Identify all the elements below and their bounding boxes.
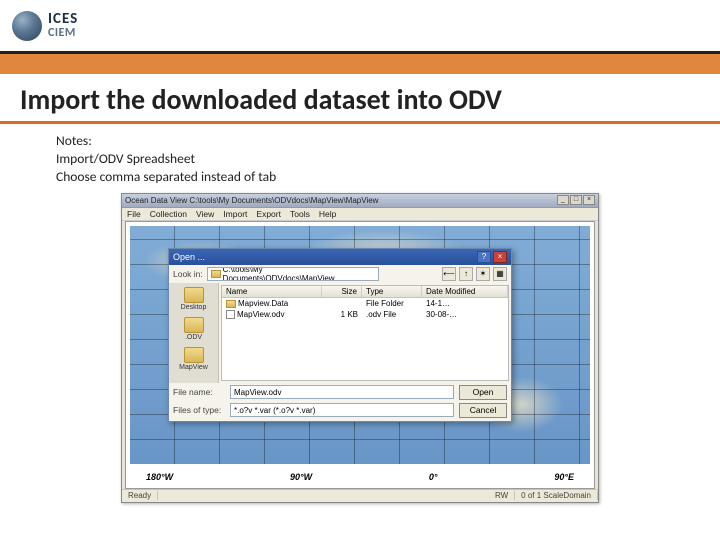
ices-logo-text: ICES CIEM bbox=[48, 12, 78, 39]
lookin-dropdown[interactable]: C:\tools\My Documents\ODVdocs\MapView bbox=[207, 267, 379, 281]
status-left: Ready bbox=[122, 491, 158, 500]
axis-tick: 180°W bbox=[146, 472, 173, 482]
notes-line: Notes: bbox=[56, 132, 720, 150]
axis-tick: 90°E bbox=[554, 472, 574, 482]
toolbar-icons: ⟵ ↑ ✶ ▦ bbox=[442, 267, 507, 281]
menubar[interactable]: File Collection View Import Export Tools… bbox=[122, 208, 598, 221]
logo-bottom: CIEM bbox=[48, 27, 78, 39]
ices-globe-icon bbox=[12, 11, 42, 41]
lookin-label: Look in: bbox=[173, 269, 203, 279]
col-size[interactable]: Size bbox=[322, 286, 362, 297]
dialog-footer: File name: MapView.odv Open Files of typ… bbox=[169, 383, 511, 421]
status-mid: RW bbox=[489, 491, 515, 500]
close-button[interactable]: × bbox=[583, 195, 595, 205]
back-icon[interactable]: ⟵ bbox=[442, 267, 456, 281]
folder-icon bbox=[226, 300, 236, 308]
status-right: 0 of 1 ScaleDomain bbox=[515, 491, 598, 500]
place-item[interactable]: Desktop bbox=[171, 287, 216, 311]
place-item[interactable]: MapView bbox=[171, 347, 216, 371]
places-bar: Desktop .ODV MapView bbox=[169, 283, 219, 383]
maximize-button[interactable]: □ bbox=[570, 195, 582, 205]
x-axis-labels: 180°W 90°W 0° 90°E bbox=[146, 472, 574, 482]
filename-label: File name: bbox=[173, 387, 225, 397]
folder-icon bbox=[184, 347, 204, 363]
dialog-title-text: Open ... bbox=[173, 252, 477, 262]
slide-header: ICES CIEM bbox=[0, 0, 720, 54]
dialog-close-button[interactable]: × bbox=[493, 251, 507, 263]
folder-icon bbox=[211, 270, 221, 278]
list-item[interactable]: Mapview.Data File Folder 14-1… bbox=[222, 298, 508, 309]
folder-icon bbox=[184, 287, 204, 303]
menu-item[interactable]: Collection bbox=[150, 209, 187, 219]
dialog-toolbar: Look in: C:\tools\My Documents\ODVdocs\M… bbox=[169, 265, 511, 283]
dialog-body: Desktop .ODV MapView Name Size bbox=[169, 283, 511, 383]
menu-item[interactable]: Tools bbox=[290, 209, 310, 219]
menu-item[interactable]: Help bbox=[319, 209, 336, 219]
menu-item[interactable]: Export bbox=[256, 209, 281, 219]
menu-item[interactable]: Import bbox=[223, 209, 247, 219]
up-icon[interactable]: ↑ bbox=[459, 267, 473, 281]
axis-tick: 0° bbox=[429, 472, 438, 482]
dialog-titlebar[interactable]: Open ... ? × bbox=[169, 249, 511, 265]
new-folder-icon[interactable]: ✶ bbox=[476, 267, 490, 281]
col-date[interactable]: Date Modified bbox=[422, 286, 508, 297]
col-name[interactable]: Name bbox=[222, 286, 322, 297]
place-item[interactable]: .ODV bbox=[171, 317, 216, 341]
minimize-button[interactable]: _ bbox=[557, 195, 569, 205]
window-title-text: Ocean Data View C:\tools\My Documents\OD… bbox=[125, 196, 557, 205]
notes-line: Choose comma separated instead of tab bbox=[56, 168, 720, 186]
notes-block: Notes: Import/ODV Spreadsheet Choose com… bbox=[0, 124, 720, 193]
slide-title: Import the downloaded dataset into ODV bbox=[20, 82, 700, 117]
window-buttons: _ □ × bbox=[557, 195, 595, 205]
cancel-button[interactable]: Cancel bbox=[459, 403, 507, 418]
orange-band bbox=[0, 54, 720, 74]
lookin-path: C:\tools\My Documents\ODVdocs\MapView bbox=[223, 267, 375, 281]
folder-icon bbox=[184, 317, 204, 333]
filetype-dropdown[interactable]: *.o?v *.var (*.o?v *.var) bbox=[230, 403, 454, 417]
notes-line: Import/ODV Spreadsheet bbox=[56, 150, 720, 168]
screenshot-wrap: Ocean Data View C:\tools\My Documents\OD… bbox=[0, 193, 720, 503]
help-button[interactable]: ? bbox=[477, 251, 491, 263]
axis-tick: 90°W bbox=[290, 472, 312, 482]
file-icon bbox=[226, 310, 235, 319]
title-bar: Import the downloaded dataset into ODV bbox=[0, 74, 720, 124]
file-list[interactable]: Name Size Type Date Modified Mapview.Dat… bbox=[221, 285, 509, 381]
filename-field[interactable]: MapView.odv bbox=[230, 385, 454, 399]
odv-application-window: Ocean Data View C:\tools\My Documents\OD… bbox=[121, 193, 599, 503]
list-header: Name Size Type Date Modified bbox=[222, 286, 508, 298]
filetype-label: Files of type: bbox=[173, 405, 225, 415]
view-menu-icon[interactable]: ▦ bbox=[493, 267, 507, 281]
logo-top: ICES bbox=[48, 12, 78, 27]
list-item[interactable]: MapView.odv 1 KB .odv File 30-08-… bbox=[222, 309, 508, 320]
col-type[interactable]: Type bbox=[362, 286, 422, 297]
open-button[interactable]: Open bbox=[459, 385, 507, 400]
window-titlebar[interactable]: Ocean Data View C:\tools\My Documents\OD… bbox=[122, 194, 598, 208]
menu-item[interactable]: File bbox=[127, 209, 141, 219]
open-file-dialog: Open ... ? × Look in: C:\tools\My Docume… bbox=[168, 248, 512, 422]
statusbar: Ready RW 0 of 1 ScaleDomain bbox=[122, 489, 598, 502]
menu-item[interactable]: View bbox=[196, 209, 214, 219]
